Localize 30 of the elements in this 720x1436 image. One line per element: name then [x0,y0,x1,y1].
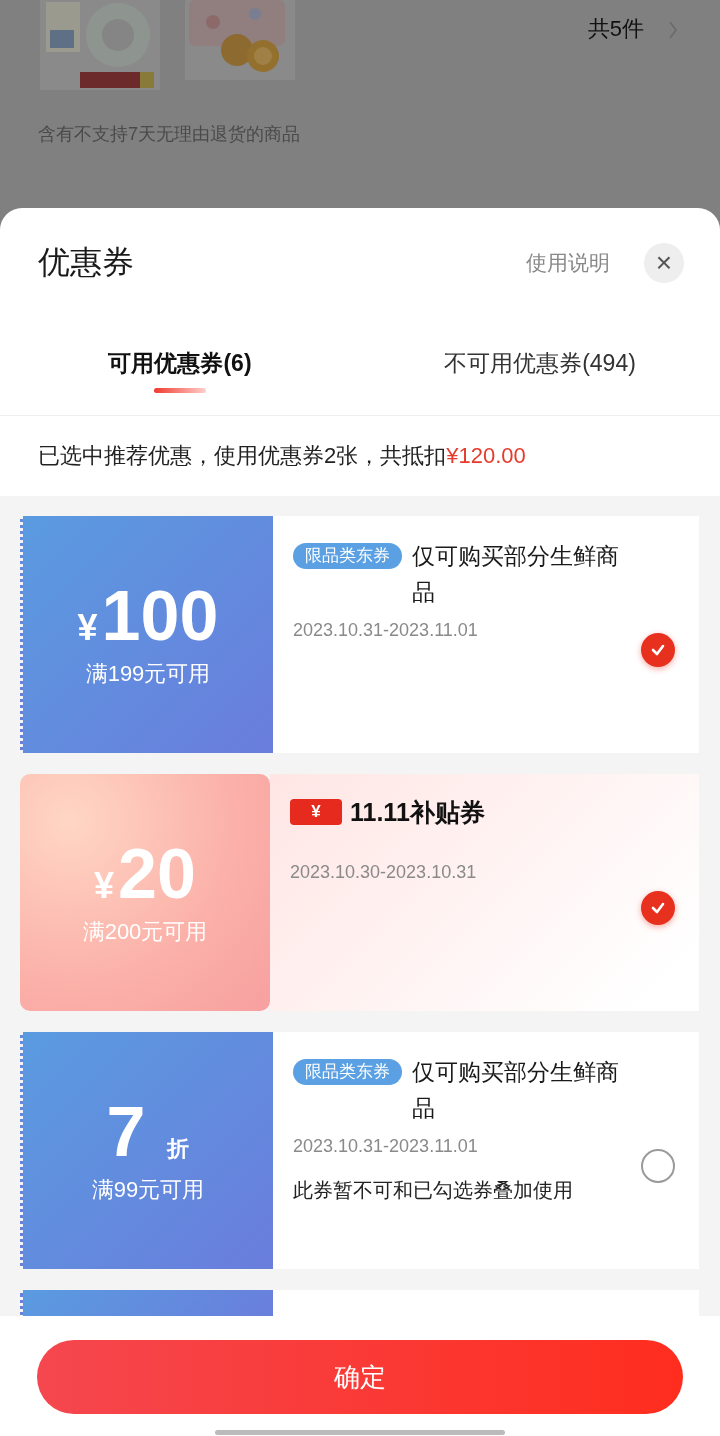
coupon-tab[interactable]: 不可用优惠券(494) [360,318,720,415]
coupon-title: 仅可购买部分生鲜商品 [412,1058,620,1123]
validity-dates: 2023.10.31-2023.11.01 [293,1136,479,1157]
coupon-value: 7 [106,1095,146,1170]
coupon-tab[interactable]: 可用优惠券(6) [0,318,360,415]
discount-unit: 折 [167,1134,190,1163]
item-count: 共5件 [587,15,644,43]
coupon-note: 此券暂不可和已勾选券叠加使用 [293,1178,574,1203]
select-checkbox[interactable] [641,1149,675,1183]
coupon-condition: 满99元可用 [91,1176,205,1205]
sheet-title: 优惠券 [38,243,134,282]
category-tag: 限品类东券 [293,543,402,569]
currency-symbol: ¥ [94,864,115,907]
validity-dates: 2023.10.31-2023.11.01 [293,620,479,641]
category-tag: 限品类东券 [293,1059,402,1085]
coupon-title: 11.11补贴券 [350,796,485,828]
discount-summary: 已选中推荐优惠，使用优惠券2张，共抵扣¥120.00 [37,442,527,470]
coupon-value: 100 [101,579,219,654]
coupon-condition: 满200元可用 [82,918,208,947]
coupon-condition: 满199元可用 [85,660,211,689]
coupon-value: 20 [118,837,196,912]
select-checkbox[interactable] [641,633,675,667]
close-button[interactable]: × [644,243,684,283]
confirm-button[interactable]: 确定 [37,1340,683,1414]
usage-instructions-link[interactable]: 使用说明 [526,249,610,277]
select-checkbox[interactable] [641,891,675,925]
validity-dates: 2023.10.30-2023.10.31 [290,862,478,883]
coupon-title: 仅可购买部分生鲜商品 [412,542,620,607]
ticket-icon: ¥ [290,799,342,825]
currency-symbol: ¥ [77,606,98,649]
